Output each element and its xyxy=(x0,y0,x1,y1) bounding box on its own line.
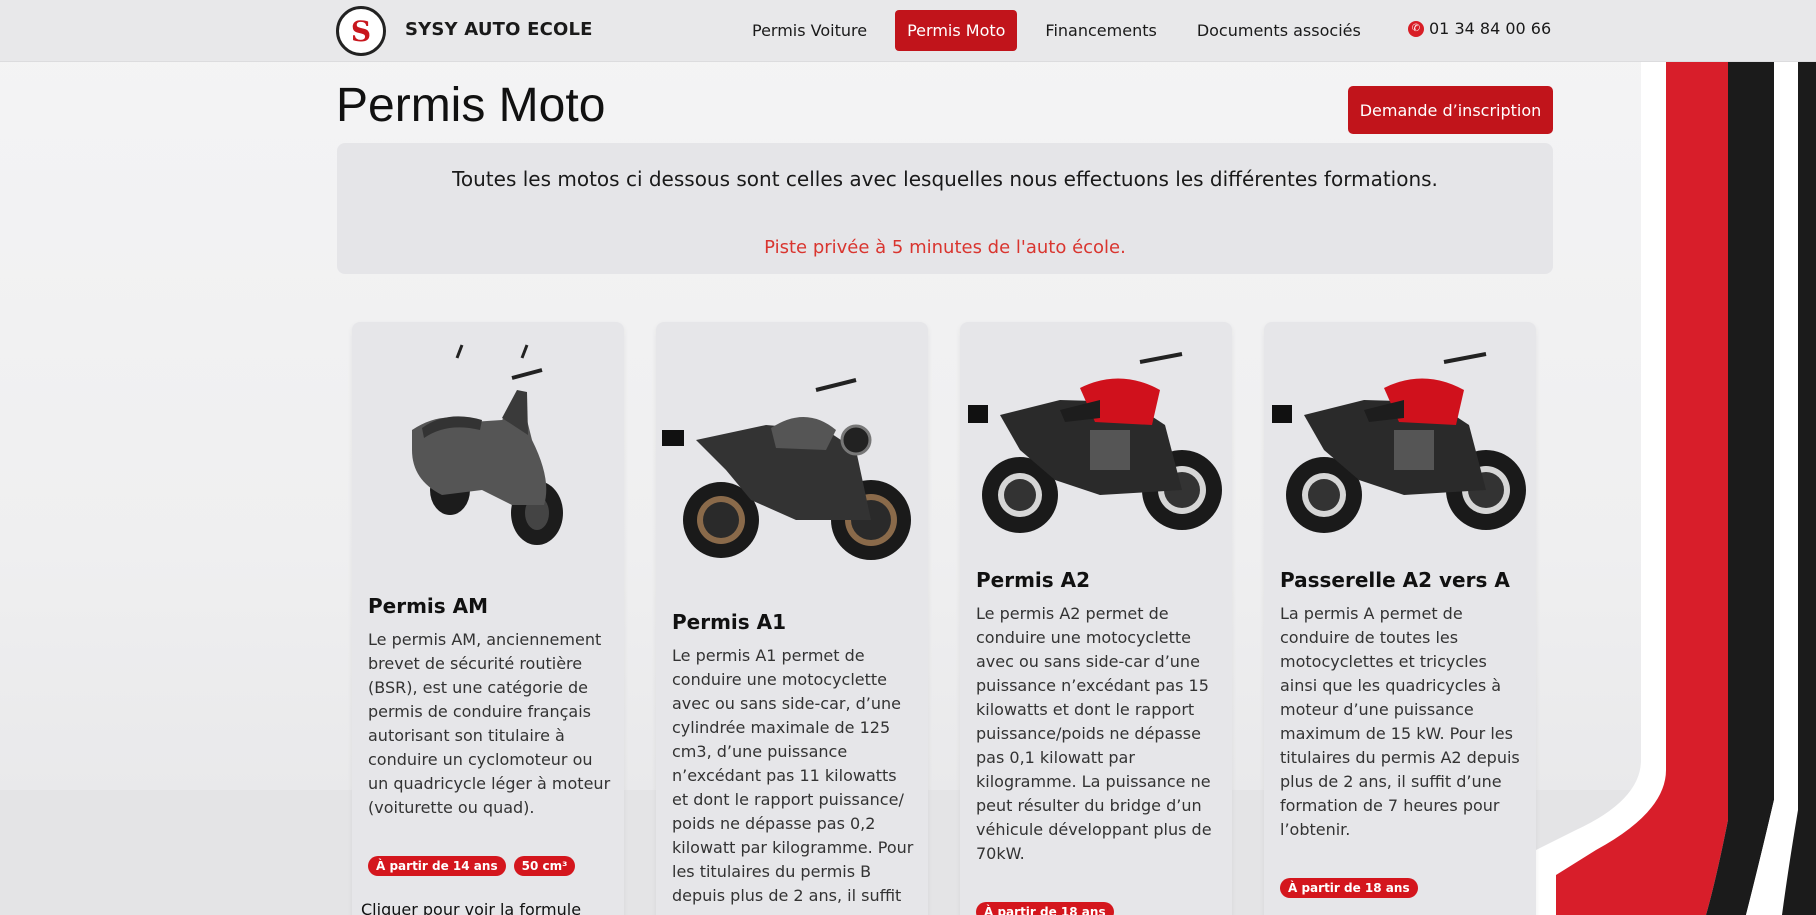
intro-panel: Toutes les motos ci dessous sont celles … xyxy=(337,143,1553,274)
card-title: Passerelle A2 vers A xyxy=(1280,568,1510,592)
card-text: Le permis AM, anciennement brevet de séc… xyxy=(368,630,611,817)
age-badge: À partir de 18 ans xyxy=(976,902,1114,915)
age-badge: À partir de 14 ans xyxy=(368,856,506,876)
phone-number: 01 34 84 00 66 xyxy=(1429,19,1552,38)
main-nav: Permis Voiture Permis Moto Financements … xyxy=(740,10,1389,51)
engine-badge: 50 cm³ xyxy=(513,856,576,876)
card-badges: À partir de 14 ans 50 cm³ xyxy=(368,856,583,876)
registration-button[interactable]: Demande d’inscription xyxy=(1348,86,1553,134)
nav-permis-moto[interactable]: Permis Moto xyxy=(895,10,1018,51)
card-title: Permis AM xyxy=(368,594,489,618)
intro-text: Toutes les motos ci dessous sont celles … xyxy=(452,167,1438,191)
scooter-image xyxy=(412,344,563,545)
brand-name[interactable]: SYSY AUTO ECOLE xyxy=(405,19,593,40)
phone-link[interactable]: ✆ 01 34 84 00 66 xyxy=(1408,19,1551,38)
age-badge: À partir de 18 ans xyxy=(1280,878,1418,898)
card-permis-a2[interactable]: Permis A2 Le permis A2 permet de conduir… xyxy=(960,322,1232,915)
card-title: Permis A2 xyxy=(976,568,1091,592)
motorcycle-red-image xyxy=(968,352,1222,533)
card-badges: À partir de 18 ans xyxy=(1280,878,1426,898)
card-text: La permis A permet de conduire de toutes… xyxy=(1280,604,1520,839)
card-text: Le permis A1 permet de conduire une moto… xyxy=(672,646,914,905)
card-passerelle-a2-a[interactable]: Passerelle A2 vers A La permis A permet … xyxy=(1264,322,1536,915)
card-formula-link[interactable]: Cliquer pour voir la formule xyxy=(361,900,581,915)
decorative-stripes xyxy=(1516,0,1816,915)
card-badges: À partir de 18 ans xyxy=(976,902,1122,915)
card-permis-am[interactable]: Permis AM Le permis AM, anciennement bre… xyxy=(352,322,624,915)
school-logo[interactable]: S xyxy=(336,6,386,56)
intro-highlight: Piste privée à 5 minutes de l'auto école… xyxy=(764,237,1126,258)
card-text: Le permis A2 permet de conduire une moto… xyxy=(976,604,1212,863)
page-title: Permis Moto xyxy=(336,79,606,132)
nav-permis-voiture[interactable]: Permis Voiture xyxy=(740,10,879,51)
card-title: Permis A1 xyxy=(672,610,787,634)
phone-icon: ✆ xyxy=(1408,20,1424,37)
card-permis-a1[interactable]: Permis A1 Le permis A1 permet de conduir… xyxy=(656,322,928,915)
motorcycle-125-image xyxy=(662,378,911,560)
nav-documents[interactable]: Documents associés xyxy=(1185,10,1373,51)
top-navigation-bar: S SYSY AUTO ECOLE Permis Voiture Permis … xyxy=(0,0,1816,62)
nav-financements[interactable]: Financements xyxy=(1033,10,1168,51)
motorcycle-red-image xyxy=(1272,352,1526,533)
